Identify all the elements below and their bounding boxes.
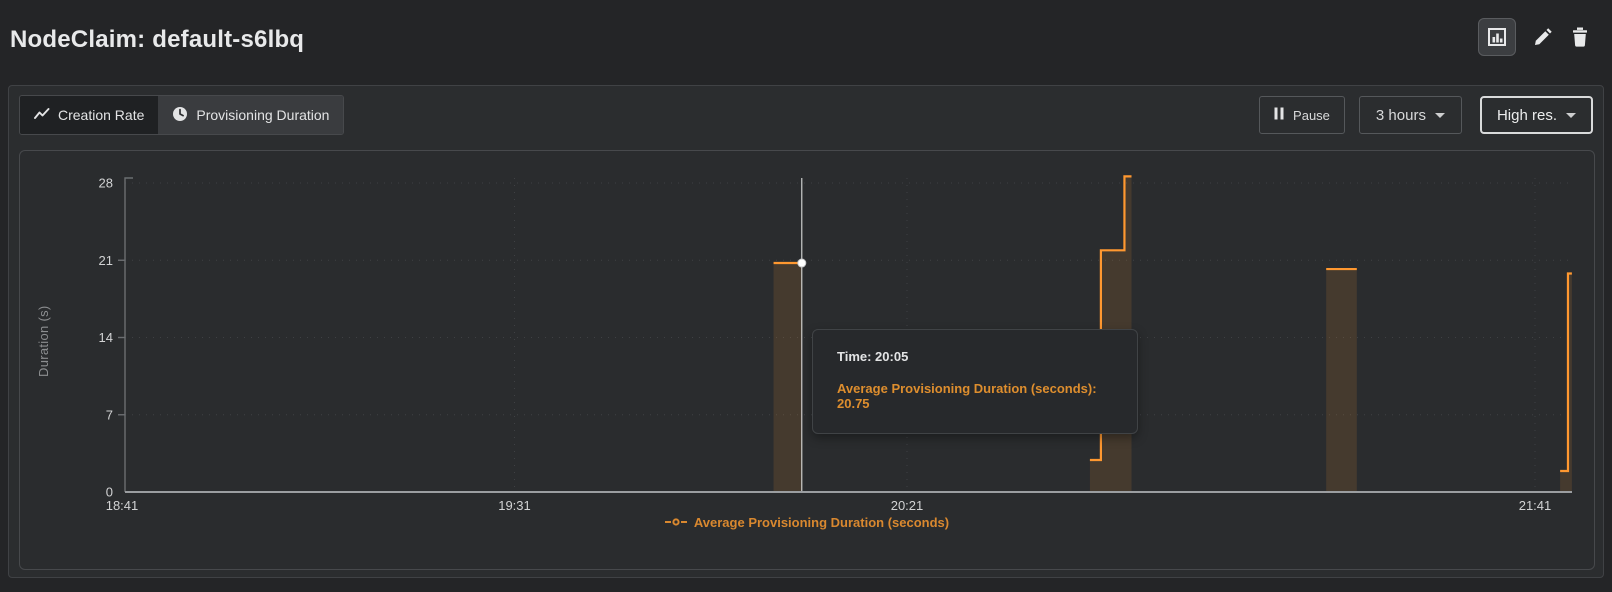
pause-button[interactable]: Pause [1259,96,1345,134]
x-tick-label: 19:31 [498,498,531,513]
legend-label: Average Provisioning Duration (seconds) [694,515,949,530]
hover-point [798,259,806,267]
clock-icon [172,106,188,125]
chart-toolbar: Creation Rate Provisioning Duration [19,96,1593,134]
line-chart-icon [34,107,50,124]
nodeclaim-panel: Creation Rate Provisioning Duration [8,85,1604,578]
metric-tabs: Creation Rate Provisioning Duration [19,95,344,135]
header-actions [1478,18,1590,56]
tooltip-series-value: Average Provisioning Duration (seconds):… [837,381,1113,411]
chart-tooltip: Time: 20:05 Average Provisioning Duratio… [812,329,1138,434]
provisioning-duration-chart[interactable]: 0714212818:4119:3120:2121:41 [20,151,1594,569]
y-tick-label: 21 [99,253,113,268]
tab-provisioning-duration[interactable]: Provisioning Duration [158,96,343,134]
page-header: NodeClaim: default-s6lbq [0,0,1612,80]
series-area-fill [1560,273,1572,492]
chart-legend: Average Provisioning Duration (seconds) [20,513,1594,531]
legend-marker-icon [665,513,687,531]
pause-label: Pause [1293,108,1330,123]
resolution-dropdown[interactable]: High res. [1480,96,1593,134]
resolution-value: High res. [1497,107,1557,124]
time-range-value: 3 hours [1376,107,1426,124]
tooltip-time: Time: 20:05 [837,349,1113,364]
y-axis-line [125,178,133,492]
chevron-down-icon [1435,113,1445,118]
edit-button[interactable] [1532,26,1554,48]
x-tick-label: 20:21 [891,498,924,513]
tab-label: Creation Rate [58,107,144,123]
series-area-fill [1326,269,1357,492]
chart-container: 0714212818:4119:3120:2121:41 Duration (s… [19,150,1595,570]
trash-icon [1570,26,1590,48]
bar-chart-icon [1486,26,1508,48]
y-tick-label: 14 [99,330,113,345]
pause-icon [1274,107,1284,123]
panel-view-button[interactable] [1478,18,1516,56]
x-tick-label: 21:41 [1519,498,1552,513]
tab-label: Provisioning Duration [196,107,329,123]
tab-creation-rate[interactable]: Creation Rate [20,96,158,134]
series-area-fill [774,263,802,492]
chevron-down-icon [1566,113,1576,118]
page-title: NodeClaim: default-s6lbq [10,26,304,54]
time-range-dropdown[interactable]: 3 hours [1359,96,1462,134]
pencil-icon [1532,26,1554,48]
legend-item-avg-provisioning-duration[interactable]: Average Provisioning Duration (seconds) [665,513,949,531]
y-tick-label: 28 [99,176,113,191]
y-tick-label: 7 [106,407,113,422]
y-axis-title: Duration (s) [36,261,51,421]
x-tick-label: 18:41 [106,498,139,513]
delete-button[interactable] [1570,26,1590,48]
